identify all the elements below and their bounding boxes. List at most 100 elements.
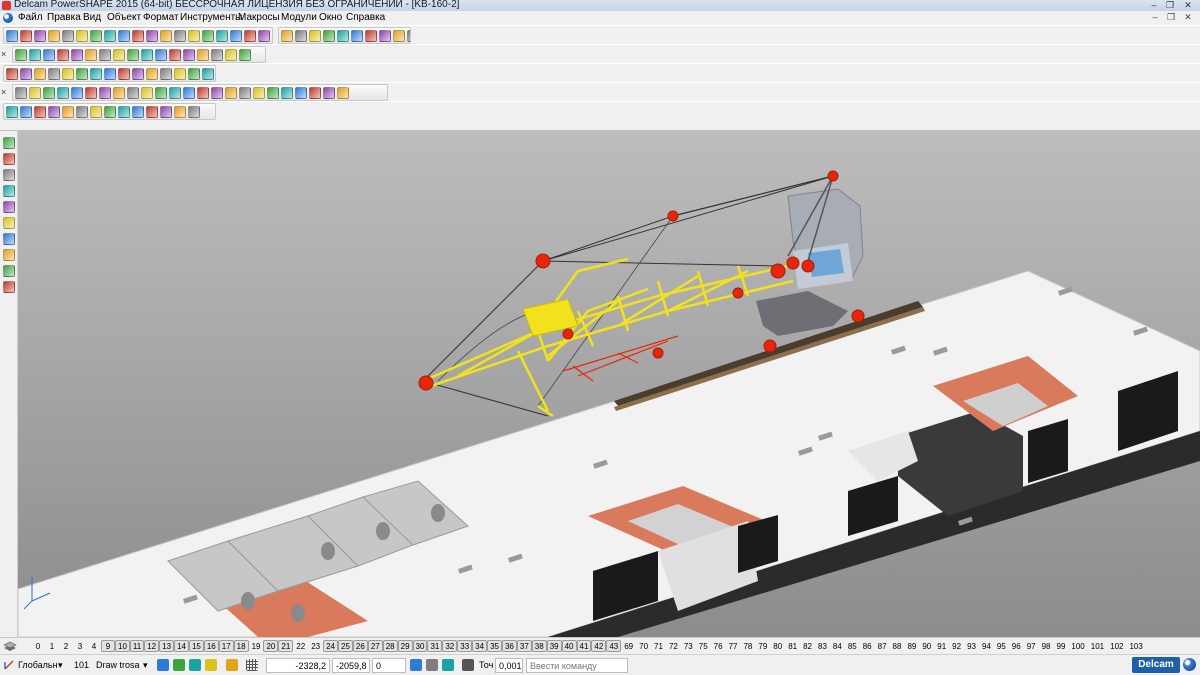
toolbar-tool-icon[interactable] [62, 29, 74, 42]
layer-button[interactable]: 98 [1039, 640, 1054, 652]
layer-button[interactable]: 86 [860, 640, 875, 652]
create-tool-icon[interactable] [3, 233, 15, 245]
menu-help[interactable]: Справка [345, 12, 386, 24]
toolbar-tool-icon[interactable] [160, 67, 172, 80]
layer-button[interactable]: 36 [501, 640, 517, 652]
toolbar-tool-icon[interactable] [258, 29, 270, 42]
layer-button[interactable]: 20 [263, 640, 279, 652]
layer-button[interactable]: 32 [442, 640, 458, 652]
toolbar-tool-icon[interactable] [225, 48, 237, 61]
toolbar-tool-icon[interactable] [146, 67, 158, 80]
layer-button[interactable]: 24 [323, 640, 338, 652]
layer-button[interactable]: 0 [31, 640, 45, 652]
layer-button[interactable]: 85 [845, 640, 860, 652]
layer-button[interactable]: 26 [352, 640, 368, 652]
layer-button[interactable]: 87 [875, 640, 890, 652]
toolbar-tool-icon[interactable] [295, 86, 307, 99]
layer-button[interactable]: 15 [188, 640, 204, 652]
layer-button[interactable]: 102 [1107, 640, 1126, 652]
menu-modules[interactable]: Модули [280, 12, 318, 24]
toolbar-tool-icon[interactable] [239, 48, 251, 61]
toolbar-tool-icon[interactable] [118, 67, 130, 80]
toolbar-tool-icon[interactable] [309, 29, 321, 42]
grid-snap-icon[interactable] [157, 659, 169, 671]
toolbar-tool-icon[interactable] [62, 105, 74, 118]
toolbar-tool-icon[interactable] [407, 29, 410, 42]
toolbar-tool-icon[interactable] [141, 86, 153, 99]
toolbar-tool-icon[interactable] [160, 29, 172, 42]
layer-button[interactable]: 34 [472, 640, 488, 652]
workspace-icon[interactable] [410, 659, 422, 671]
close-button[interactable]: ✕ [1182, 0, 1194, 11]
toolbar-tool-icon[interactable] [197, 48, 209, 61]
layer-button[interactable]: 92 [949, 640, 964, 652]
coord-z-field[interactable]: 0 [372, 658, 406, 673]
layer-button[interactable]: 43 [606, 640, 622, 652]
menu-tools[interactable]: Инструменты [179, 12, 243, 24]
layer-button[interactable]: 96 [1009, 640, 1024, 652]
toolbar-tool-icon[interactable] [295, 29, 307, 42]
layer-button[interactable]: 27 [367, 640, 383, 652]
menu-macros[interactable]: Макросы [237, 12, 281, 24]
menu-format[interactable]: Формат [142, 12, 180, 24]
layer-button[interactable]: 82 [800, 640, 815, 652]
layer-button[interactable]: 18 [233, 640, 249, 652]
layer-button[interactable]: 14 [174, 640, 189, 652]
layer-button[interactable]: 41 [576, 640, 592, 652]
toolbar-tool-icon[interactable] [146, 29, 158, 42]
3d-viewport[interactable] [18, 131, 1200, 637]
toolbar-tool-icon[interactable] [6, 29, 18, 42]
toolbar-tool-icon[interactable] [62, 67, 74, 80]
toolbar-tool-icon[interactable] [132, 29, 144, 42]
toolbar-tool-icon[interactable] [20, 105, 32, 118]
layer-button[interactable]: 73 [681, 640, 696, 652]
layer-button[interactable]: 2 [59, 640, 73, 652]
layer-button[interactable]: 39 [546, 640, 562, 652]
layer-button[interactable]: 4 [87, 640, 101, 652]
layer-button[interactable]: 42 [591, 640, 607, 652]
toolbar-tool-icon[interactable] [34, 29, 46, 42]
toolbar-tool-icon[interactable] [48, 29, 60, 42]
layer-button[interactable]: 10 [115, 640, 130, 652]
toolbar-tool-icon[interactable] [29, 86, 41, 99]
layer-button[interactable]: 33 [457, 640, 473, 652]
layer-button[interactable]: 80 [770, 640, 785, 652]
toolbar-tool-icon[interactable] [230, 29, 242, 42]
toolbar-tool-icon[interactable] [160, 105, 172, 118]
toolbar-tool-icon[interactable] [113, 86, 125, 99]
layer-button[interactable]: 77 [726, 640, 741, 652]
toolbar-tool-icon[interactable] [174, 105, 186, 118]
layer-button[interactable]: 76 [711, 640, 726, 652]
layer-button[interactable]: 71 [651, 640, 666, 652]
layer-button[interactable]: 81 [785, 640, 800, 652]
toolbar-tool-icon[interactable] [174, 67, 186, 80]
layer-button[interactable]: 103 [1126, 640, 1145, 652]
menu-object[interactable]: Объект [106, 12, 142, 24]
toolbar-tool-icon[interactable] [90, 105, 102, 118]
layer-button[interactable]: 25 [338, 640, 353, 652]
menu-view[interactable]: Вид [82, 12, 102, 24]
intelligent-cursor-icon[interactable] [189, 659, 201, 671]
layer-button[interactable]: 37 [516, 640, 532, 652]
toolbar-tool-icon[interactable] [127, 48, 139, 61]
command-input[interactable]: Ввести команду [526, 658, 628, 673]
toolbar-tool-icon[interactable] [323, 86, 335, 99]
layer-button[interactable]: 31 [427, 640, 443, 652]
toolbar-tool-icon[interactable] [85, 86, 97, 99]
toolbar-tool-icon[interactable] [15, 48, 27, 61]
layer-button[interactable]: 9 [101, 640, 115, 652]
layer-button[interactable]: 21 [278, 640, 294, 652]
layer-button[interactable]: 69 [621, 640, 636, 652]
toolbar-tool-icon[interactable] [174, 29, 186, 42]
toolbar-tool-icon[interactable] [379, 29, 391, 42]
toolbar-tool-icon[interactable] [351, 29, 363, 42]
coord-x-field[interactable]: -2328,2 [266, 658, 330, 673]
chevron-down-icon[interactable]: ▾ [58, 658, 68, 673]
workplane-icon[interactable] [3, 659, 15, 671]
create-tool-icon[interactable] [3, 169, 15, 181]
restore-button[interactable]: ❐ [1164, 0, 1176, 11]
toolbar-tool-icon[interactable] [76, 29, 88, 42]
toolbar-tool-icon[interactable] [132, 105, 144, 118]
toolbar-tool-icon[interactable] [155, 86, 167, 99]
layer-button[interactable]: 30 [412, 640, 428, 652]
